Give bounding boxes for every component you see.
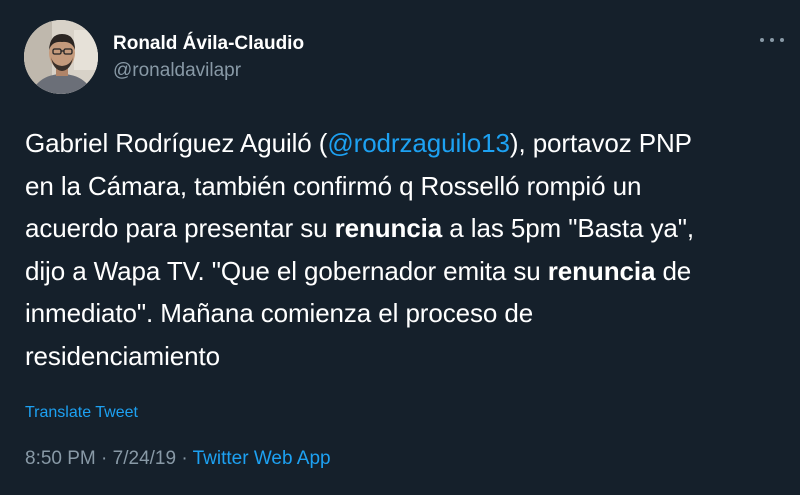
tweet-line: Gabriel Rodríguez Aguiló (@rodrzaguilo13… (25, 122, 785, 165)
tweet-time[interactable]: 8:50 PM (25, 448, 96, 469)
bold-keyword: renuncia (547, 255, 656, 286)
meta-separator: · (176, 448, 193, 469)
tweet-text-segment: ), portavoz PNP (509, 128, 692, 158)
more-options-button[interactable] (760, 32, 784, 48)
profile-photo-icon (24, 20, 98, 94)
tweet-text-segment: dijo a Wapa TV. "Que el gobernador emita… (25, 255, 548, 286)
tweet-date[interactable]: 7/24/19 (113, 448, 176, 469)
tweet-text-segment: Gabriel Rodríguez Aguiló ( (25, 128, 328, 158)
tweet-line: en la Cámara, también confirmó q Rossell… (25, 170, 642, 201)
more-dots-icon (760, 38, 764, 42)
tweet-text-segment: acuerdo para presentar su (25, 213, 335, 243)
tweet-source-link[interactable]: Twitter Web App (193, 448, 331, 469)
mention-link[interactable]: @rodrzaguilo13 (327, 128, 510, 158)
tweet-line: residenciamiento (25, 340, 220, 371)
tweet-card: Ronald Ávila-Claudio @ronaldavilapr Gabr… (0, 0, 800, 495)
meta-separator: · (95, 448, 113, 469)
tweet-text-segment: de (655, 255, 692, 286)
tweet-line: dijo a Wapa TV. "Que el gobernador emita… (25, 250, 785, 293)
tweet-meta: 8:50 PM · 7/24/19 · Twitter Web App (25, 448, 331, 470)
translate-tweet-link[interactable]: Translate Tweet (25, 404, 138, 422)
tweet-body: Gabriel Rodríguez Aguiló (@rodrzaguilo13… (25, 122, 785, 377)
avatar[interactable] (24, 20, 98, 94)
bold-keyword: renuncia (334, 213, 443, 243)
tweet-text-segment: a las 5pm "Basta ya", (442, 213, 694, 243)
author-handle[interactable]: @ronaldavilapr (113, 60, 241, 82)
author-display-name[interactable]: Ronald Ávila-Claudio (113, 33, 304, 55)
more-dots-icon (770, 38, 774, 42)
tweet-line: acuerdo para presentar su renuncia a las… (25, 207, 785, 250)
tweet-line: inmediato". Mañana comienza el proceso d… (25, 298, 534, 328)
more-dots-icon (780, 38, 784, 42)
